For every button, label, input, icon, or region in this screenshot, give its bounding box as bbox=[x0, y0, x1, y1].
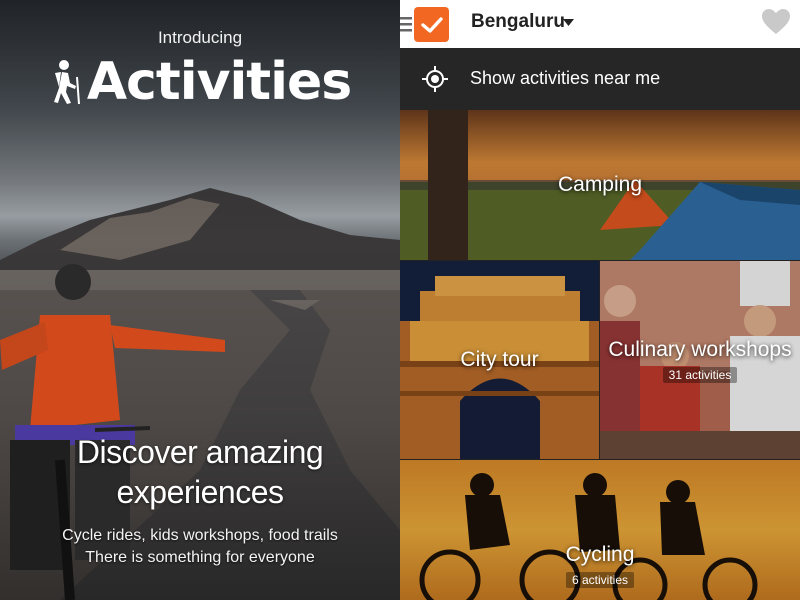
hiker-icon bbox=[53, 60, 80, 105]
subtitle: Cycle rides, kids workshops, food trails… bbox=[0, 525, 400, 569]
heart-icon[interactable] bbox=[762, 9, 790, 35]
tile-camping[interactable]: Camping bbox=[400, 110, 800, 260]
headline-line-2: experiences bbox=[116, 474, 284, 510]
menu-icon[interactable] bbox=[400, 14, 412, 34]
tile-cycling[interactable]: Cycling 6 activities bbox=[400, 460, 800, 600]
near-me-button[interactable]: Show activities near me bbox=[400, 48, 800, 110]
title-row: Activities bbox=[0, 52, 400, 112]
location-target-icon bbox=[422, 66, 448, 92]
tile-activity-count: 31 activities bbox=[662, 367, 738, 383]
check-icon bbox=[420, 16, 443, 33]
tile-label: City tour bbox=[460, 348, 539, 371]
tile-label: Culinary workshops bbox=[608, 338, 792, 361]
promo-panel: Introducing Activities Discover amazing … bbox=[0, 0, 400, 600]
tile-activity-count: 6 activities bbox=[565, 572, 635, 588]
chevron-down-icon[interactable] bbox=[563, 19, 574, 26]
app-bar: Bengaluru bbox=[400, 0, 800, 48]
tile-label: Camping bbox=[557, 173, 643, 196]
app-feature-title: Activities bbox=[86, 52, 352, 112]
subtitle-line-1: Cycle rides, kids workshops, food trails bbox=[62, 527, 338, 544]
headline-line-1: Discover amazing bbox=[76, 434, 324, 470]
headline: Discover amazing experiences bbox=[0, 432, 400, 512]
tile-city-tour[interactable]: City tour bbox=[400, 261, 599, 459]
subtitle-line-2: There is something for everyone bbox=[85, 549, 315, 566]
app-screen: Bengaluru Show activities near me Campin… bbox=[400, 0, 800, 600]
tile-culinary-workshops[interactable]: Culinary workshops 31 activities bbox=[600, 261, 800, 459]
intro-text: Introducing bbox=[157, 28, 243, 47]
app-logo[interactable] bbox=[414, 7, 449, 42]
city-selector[interactable]: Bengaluru bbox=[471, 11, 565, 33]
near-me-label: Show activities near me bbox=[470, 68, 661, 88]
tile-label: Cycling bbox=[565, 543, 635, 566]
